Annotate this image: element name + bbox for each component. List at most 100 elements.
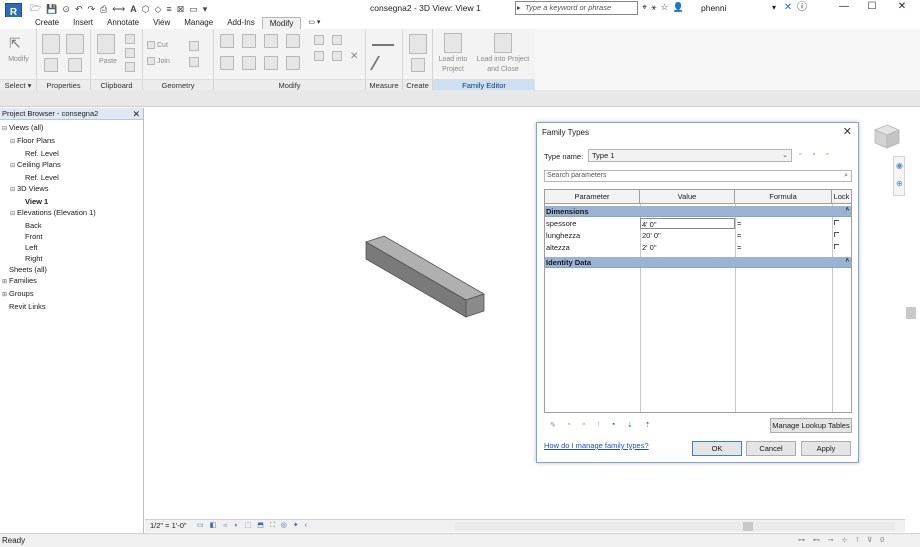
lock-checkbox[interactable] [834, 220, 839, 225]
join-icon[interactable] [147, 57, 155, 65]
user-name[interactable]: phenni [701, 3, 727, 13]
delete-parameter-icon[interactable]: ▫ [582, 421, 584, 429]
rename-type-icon[interactable]: ▫ [812, 151, 814, 158]
zoom-icon[interactable]: ⊕ [896, 179, 903, 188]
3d-view-icon[interactable]: ⬡ [142, 4, 150, 15]
group-header-dimensions[interactable]: Dimensions ˄ [545, 206, 851, 217]
cope-icon[interactable] [147, 41, 155, 49]
collapse-icon[interactable]: ⊟ [10, 137, 17, 148]
customize-qat-icon[interactable]: ▾ [203, 4, 208, 15]
print-icon[interactable]: ⎙ [100, 4, 107, 15]
save-icon[interactable]: 💾 [46, 4, 57, 15]
parameter-formula-input[interactable]: = [736, 230, 832, 242]
create-group-icon[interactable] [409, 34, 427, 54]
help-icon[interactable]: ⓘ [788, 1, 816, 16]
minimize-button[interactable]: — [830, 0, 858, 15]
help-link[interactable]: How do I manage family types? [544, 441, 649, 450]
create-similar-icon[interactable] [411, 58, 425, 72]
view-scale[interactable]: 1/2" = 1'-0" [150, 520, 187, 532]
maximize-button[interactable]: ☐ [858, 0, 886, 15]
column-header-parameter[interactable]: Parameter [545, 190, 640, 204]
section-icon[interactable]: ◇ [155, 4, 162, 15]
modify-cursor-icon[interactable]: ⇱ [9, 35, 27, 55]
subscription-icon[interactable]: ⚹ [651, 2, 656, 13]
collapse-icon[interactable]: ˄ [845, 256, 849, 267]
dimension-icon[interactable] [369, 56, 397, 70]
tree-item[interactable]: View 1 [0, 196, 143, 207]
extrusion-box[interactable] [365, 235, 485, 318]
edit-parameter-icon[interactable]: ✎ [550, 421, 556, 429]
load-into-project-close-label[interactable]: Load into Project and Close [471, 55, 535, 75]
measure-icon[interactable]: ⟷ [112, 4, 125, 15]
lock-view-icon[interactable]: ⛶ [270, 522, 277, 529]
tree-item[interactable]: ⊟ Elevations (Elevation 1) [0, 207, 143, 220]
scroll-left-icon[interactable]: ‹ [305, 522, 309, 529]
split-face-icon[interactable] [189, 41, 199, 51]
family-category-icon[interactable] [68, 58, 82, 72]
open-icon[interactable]: 🗁 [30, 1, 41, 17]
detail-level-icon[interactable]: ▭ [197, 522, 206, 529]
horizontal-scroll-thumb[interactable] [743, 522, 753, 531]
collapse-icon[interactable]: ˄ [845, 205, 849, 216]
horizontal-scrollbar[interactable] [455, 522, 895, 531]
load-into-project-close-icon[interactable] [494, 33, 512, 53]
parameter-value-input[interactable]: 4' 0" [640, 218, 735, 229]
paint-icon[interactable] [189, 57, 199, 67]
tree-item[interactable]: ⊟ Floor Plans [0, 135, 143, 148]
parameter-formula-input[interactable]: = [736, 218, 832, 230]
column-header-formula[interactable]: Formula [735, 190, 832, 204]
temporary-hide-icon[interactable]: ◎ [281, 522, 289, 529]
filter-icon[interactable]: ⊽ [867, 537, 875, 544]
viewcube-icon[interactable] [872, 122, 902, 152]
visual-style-icon[interactable]: ◧ [210, 522, 219, 529]
modify-button-label[interactable]: Modify [2, 56, 35, 63]
tree-item[interactable]: ⊞ Groups [0, 288, 143, 301]
navigation-bar[interactable]: ◉ ⊕ [893, 156, 905, 196]
tree-item[interactable]: Ref. Level [0, 148, 143, 159]
cut-geometry-label[interactable]: Cut [157, 42, 168, 49]
scale-icon[interactable] [314, 51, 324, 61]
match-properties-icon[interactable] [125, 62, 135, 72]
sun-path-icon[interactable]: ☼ [222, 522, 230, 529]
ok-button[interactable]: OK [692, 441, 742, 456]
delete-type-icon[interactable]: ▫ [826, 151, 828, 158]
tree-item[interactable]: Front [0, 231, 143, 242]
sync-icon[interactable]: ⊙ [62, 4, 70, 15]
copy-icon[interactable] [125, 48, 135, 58]
sort-ascending-icon[interactable]: ⇣ [627, 421, 633, 429]
collapse-icon[interactable]: ⊟ [2, 124, 9, 135]
properties-icon[interactable] [42, 34, 60, 54]
tree-item[interactable]: Revit Links [0, 301, 143, 312]
show-crop-icon[interactable]: ⬒ [257, 522, 266, 529]
undo-icon[interactable]: ↶ [75, 4, 83, 15]
offset-icon[interactable] [242, 34, 256, 48]
help-search-input[interactable]: Type a keyword or phrase [515, 1, 638, 15]
lock-checkbox[interactable] [834, 244, 839, 249]
steering-wheel-icon[interactable]: ◉ [896, 161, 903, 170]
trim-icon[interactable] [286, 56, 300, 70]
search-parameters-input[interactable]: Search parameters ⌕ [544, 170, 852, 182]
array-icon[interactable] [332, 35, 342, 45]
group-header-identity-data[interactable]: Identity Data ˄ [545, 257, 851, 268]
tree-item[interactable]: Sheets (all) [0, 264, 143, 275]
expand-icon[interactable]: ⊞ [2, 277, 9, 288]
cut-icon[interactable] [125, 34, 135, 44]
project-browser-close-button[interactable]: ✕ [132, 108, 140, 120]
move-icon[interactable] [220, 56, 234, 70]
new-parameter-icon[interactable]: ▫ [568, 421, 570, 429]
tree-item[interactable]: ⊞ Families [0, 275, 143, 288]
tree-item[interactable]: Ref. Level [0, 172, 143, 183]
collapse-icon[interactable]: ⊟ [10, 209, 17, 220]
drag-elements-icon[interactable]: ⊺ [856, 537, 863, 544]
pin-icon[interactable] [332, 51, 342, 61]
collapse-icon[interactable]: ⊟ [10, 185, 17, 196]
select-underlay-icon[interactable]: ⊷ [813, 537, 823, 544]
collapse-icon[interactable]: ⊟ [10, 161, 17, 172]
type-name-select[interactable]: Type 1 ⌄ [588, 149, 792, 162]
crop-view-icon[interactable]: ⬚ [245, 522, 254, 529]
tree-item[interactable]: Left [0, 242, 143, 253]
binoculars-icon[interactable]: ⌖ [642, 2, 647, 13]
favorites-star-icon[interactable]: ☆ [660, 2, 668, 13]
panel-select-label[interactable]: Select ▾ [0, 79, 36, 90]
redo-icon[interactable]: ↷ [87, 4, 95, 15]
